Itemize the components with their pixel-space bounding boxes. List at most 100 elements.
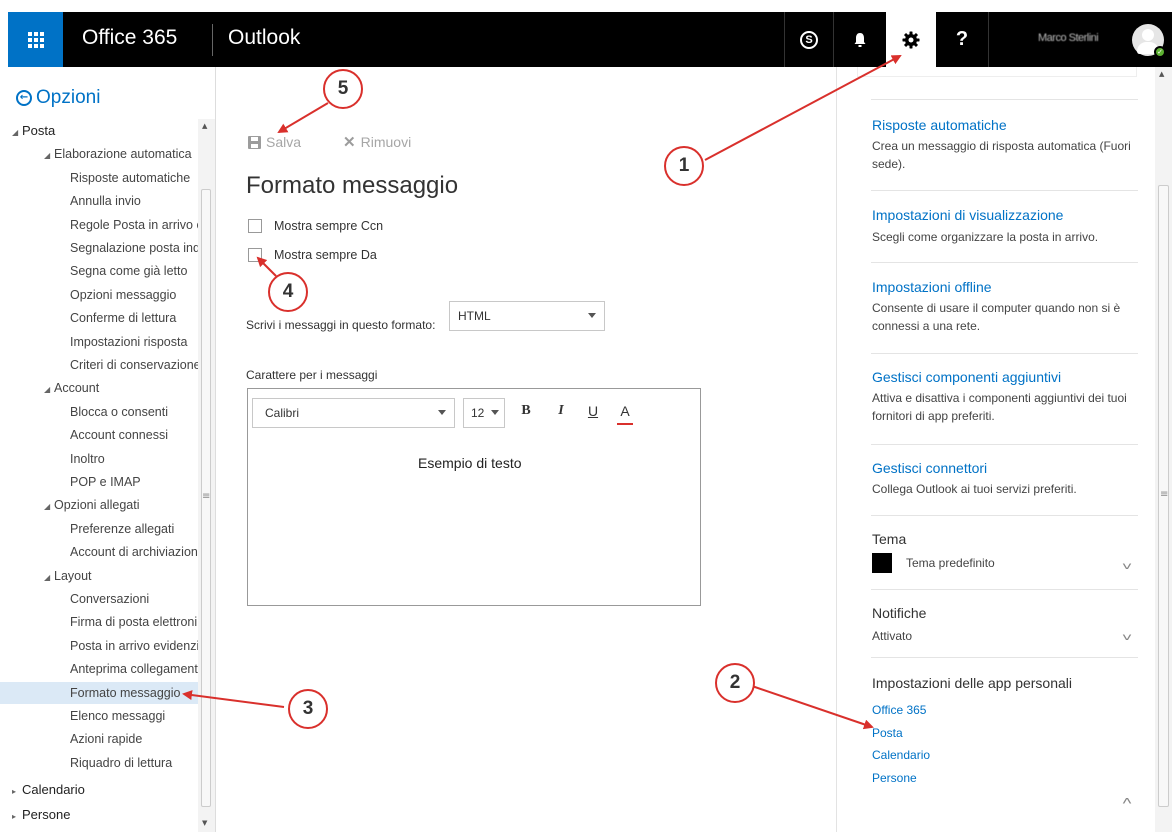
desc-offline-settings: Consente di usare il computer quando non… [872, 301, 1121, 333]
nav-item[interactable]: Account di archiviazion [8, 541, 198, 563]
app-link-office365[interactable]: Office 365 [872, 703, 926, 717]
nav-item[interactable]: ◢ Account [8, 377, 198, 399]
nav-item[interactable]: Account connessi [8, 424, 198, 446]
nav-item[interactable]: Azioni rapide [8, 728, 198, 750]
nav-item[interactable]: Risposte automatiche [8, 167, 198, 189]
nav-item-label: Segna come già letto [70, 264, 188, 279]
nav-item[interactable]: Conferme di lettura [8, 307, 198, 329]
nav-item[interactable]: ◢ Elaborazione automatica [8, 143, 198, 165]
scroll-up-icon[interactable]: ▲ [202, 122, 207, 130]
app-link-mail[interactable]: Posta [872, 726, 903, 740]
collapsed-triangle-icon[interactable]: ▸ [12, 806, 22, 826]
help-icon: ? [955, 28, 969, 50]
chevron-down-icon[interactable]: v [1122, 561, 1131, 572]
link-manage-connectors[interactable]: Gestisci connettori [872, 460, 987, 476]
nav-item[interactable]: ◢ Layout [8, 565, 198, 587]
nav-item[interactable]: Criteri di conservazione [8, 354, 198, 376]
settings-search-box[interactable] [857, 67, 1137, 77]
nav-item-label: Inoltro [70, 451, 105, 466]
nav-item-label: Account di archiviazion [70, 545, 198, 560]
nav-item-label: Persone [22, 807, 71, 822]
desc-manage-addins: Attiva e disattiva i componenti aggiunti… [872, 391, 1127, 423]
link-automatic-replies[interactable]: Risposte automatiche [872, 117, 1007, 133]
nav-item[interactable]: Impostazioni risposta [8, 331, 198, 353]
nav-item[interactable]: Conversazioni [8, 588, 198, 610]
font-color-indicator [617, 423, 633, 425]
expanded-triangle-icon[interactable]: ◢ [44, 145, 54, 165]
app-link-calendar[interactable]: Calendario [872, 748, 930, 762]
nav-scrollbar[interactable]: ▲ ≡ ▼ [198, 119, 215, 832]
chevron-down-icon [588, 313, 596, 318]
chevron-up-icon[interactable]: v [1122, 795, 1131, 806]
outlook-options-window: Office 365 Outlook S ? Marco Sterlini ✓ … [0, 0, 1172, 832]
chevron-down-icon[interactable]: v [1122, 632, 1131, 643]
nav-item[interactable]: Riquadro di lettura [8, 752, 198, 774]
nav-item[interactable]: ▸ Calendario [8, 779, 198, 801]
nav-item-label: Segnalazione posta ind [70, 241, 198, 255]
link-offline-settings[interactable]: Impostazioni offline [872, 279, 992, 295]
app-title[interactable]: Outlook [228, 26, 300, 50]
sample-text: Esempio di testo [418, 455, 522, 471]
notifications-value: Attivato [872, 629, 913, 643]
show-from-checkbox[interactable] [248, 248, 262, 262]
avatar-icon[interactable]: ✓ [1132, 24, 1166, 58]
expanded-triangle-icon[interactable]: ◢ [44, 567, 54, 587]
font-color-button[interactable]: A [617, 403, 633, 419]
scroll-down-icon[interactable]: ▼ [202, 819, 207, 827]
nav-item-label: Conferme di lettura [70, 311, 177, 326]
suite-title[interactable]: Office 365 [82, 26, 177, 50]
nav-item[interactable]: Opzioni messaggio [8, 284, 198, 306]
italic-button[interactable]: I [553, 403, 569, 419]
settings-button[interactable] [886, 12, 936, 67]
nav-item[interactable]: Annulla invio [8, 190, 198, 212]
app-launcher-button[interactable] [8, 12, 63, 67]
font-size-select[interactable]: 12 [463, 398, 505, 428]
nav-item-label: Criteri di conservazione [70, 358, 198, 372]
bold-button[interactable]: B [518, 403, 534, 419]
annotation-badge-5: 5 [323, 69, 363, 109]
expanded-triangle-icon[interactable]: ◢ [44, 496, 54, 516]
nav-item[interactable]: Inoltro [8, 448, 198, 470]
font-family-select[interactable]: Calibri [252, 398, 455, 428]
nav-item[interactable]: Blocca o consenti [8, 401, 198, 423]
expanded-triangle-icon[interactable]: ◢ [44, 379, 54, 399]
show-bcc-checkbox[interactable] [248, 219, 262, 233]
app-link-people[interactable]: Persone [872, 771, 917, 785]
nav-item-label: Layout [54, 568, 92, 583]
collapsed-triangle-icon[interactable]: ▸ [12, 781, 22, 801]
nav-item[interactable]: Regole Posta in arrivo e [8, 214, 198, 236]
divider [871, 99, 1138, 100]
remove-button[interactable]: ✕ Rimuovi [343, 133, 411, 151]
nav-item[interactable]: Preferenze allegati [8, 518, 198, 540]
nav-item[interactable]: Segna come già letto [8, 260, 198, 282]
compose-format-select[interactable]: HTML [449, 301, 605, 331]
nav-item[interactable]: POP e IMAP [8, 471, 198, 493]
nav-item[interactable]: Segnalazione posta ind [8, 237, 198, 259]
desc-manage-connectors: Collega Outlook ai tuoi servizi preferit… [872, 482, 1077, 496]
nav-item[interactable]: ▸ Persone [8, 804, 198, 826]
divider [871, 589, 1138, 590]
back-to-options[interactable]: ← Opzioni [16, 87, 100, 109]
nav-item[interactable]: ◢ Posta [8, 120, 198, 142]
save-button[interactable]: Salva [248, 134, 301, 150]
expanded-triangle-icon[interactable]: ◢ [12, 122, 22, 142]
notifications-button[interactable] [834, 12, 886, 67]
link-display-settings[interactable]: Impostazioni di visualizzazione [872, 207, 1063, 223]
link-manage-addins[interactable]: Gestisci componenti aggiuntivi [872, 369, 1061, 385]
user-name[interactable]: Marco Sterlini [1038, 32, 1099, 44]
nav-item[interactable]: Formato messaggio [0, 681, 198, 704]
nav-item[interactable]: Posta in arrivo evidenzi [8, 635, 198, 657]
page-title: Formato messaggio [246, 172, 459, 199]
show-bcc-option[interactable]: Mostra sempre Ccn [248, 219, 383, 233]
nav-item[interactable]: Anteprima collegament [8, 658, 198, 680]
nav-item[interactable]: ◢ Opzioni allegati [8, 494, 198, 516]
underline-button[interactable]: U [585, 403, 601, 419]
divider [871, 444, 1138, 445]
show-from-option[interactable]: Mostra sempre Da [248, 248, 377, 262]
help-button[interactable]: ? [936, 12, 988, 67]
settings-scrollbar[interactable]: ▲ ≡ [1155, 67, 1172, 832]
nav-item[interactable]: Elenco messaggi [8, 705, 198, 727]
skype-button[interactable]: S [785, 12, 833, 67]
nav-item[interactable]: Firma di posta elettroni [8, 611, 198, 633]
scroll-up-icon[interactable]: ▲ [1159, 70, 1164, 78]
